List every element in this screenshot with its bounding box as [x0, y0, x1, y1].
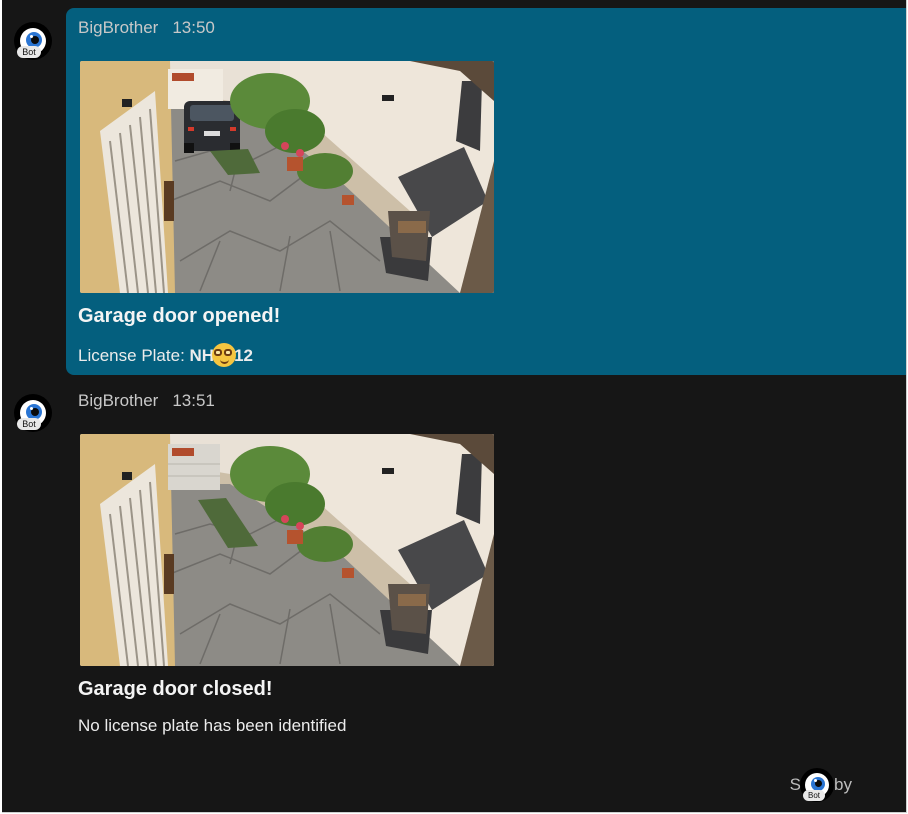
message-body: No license plate has been identified: [78, 716, 347, 735]
license-plate-prefix: NH: [189, 346, 215, 365]
camera-snapshot-image[interactable]: [80, 61, 494, 293]
license-plate-suffix: 12: [234, 346, 253, 365]
sender-name[interactable]: BigBrother: [78, 18, 158, 37]
garage-camera-door-open-image: [80, 61, 494, 293]
bot-avatar[interactable]: Bot: [14, 22, 52, 60]
message-garage-closed[interactable]: Bot BigBrother 13:51 Garage door closed!…: [2, 382, 906, 762]
chat-timeline: Bot BigBrother 13:50 Garage door opened!…: [2, 0, 907, 813]
message-timestamp[interactable]: 13:51: [172, 391, 215, 410]
message-title: Garage door closed!: [78, 678, 273, 700]
bot-badge: Bot: [803, 790, 825, 801]
read-receipt-avatar[interactable]: Bot: [800, 768, 834, 802]
message-header: BigBrother 13:51: [78, 391, 215, 411]
message-timestamp[interactable]: 13:50: [172, 18, 215, 37]
sender-name[interactable]: BigBrother: [78, 391, 158, 410]
license-plate-label: License Plate:: [78, 346, 190, 365]
message-body: License Plate: NH 12: [78, 343, 253, 367]
nerd-face-emoji-icon: [212, 343, 237, 367]
bot-badge: Bot: [17, 46, 41, 58]
message-garage-opened[interactable]: Bot BigBrother 13:50 Garage door opened!…: [2, 8, 906, 375]
bot-avatar[interactable]: Bot: [14, 394, 52, 432]
bot-badge: Bot: [17, 418, 41, 430]
message-header: BigBrother 13:50: [78, 18, 215, 38]
message-title: Garage door opened!: [78, 305, 281, 327]
garage-camera-door-closed-image: [80, 434, 494, 666]
camera-snapshot-image[interactable]: [80, 434, 494, 666]
